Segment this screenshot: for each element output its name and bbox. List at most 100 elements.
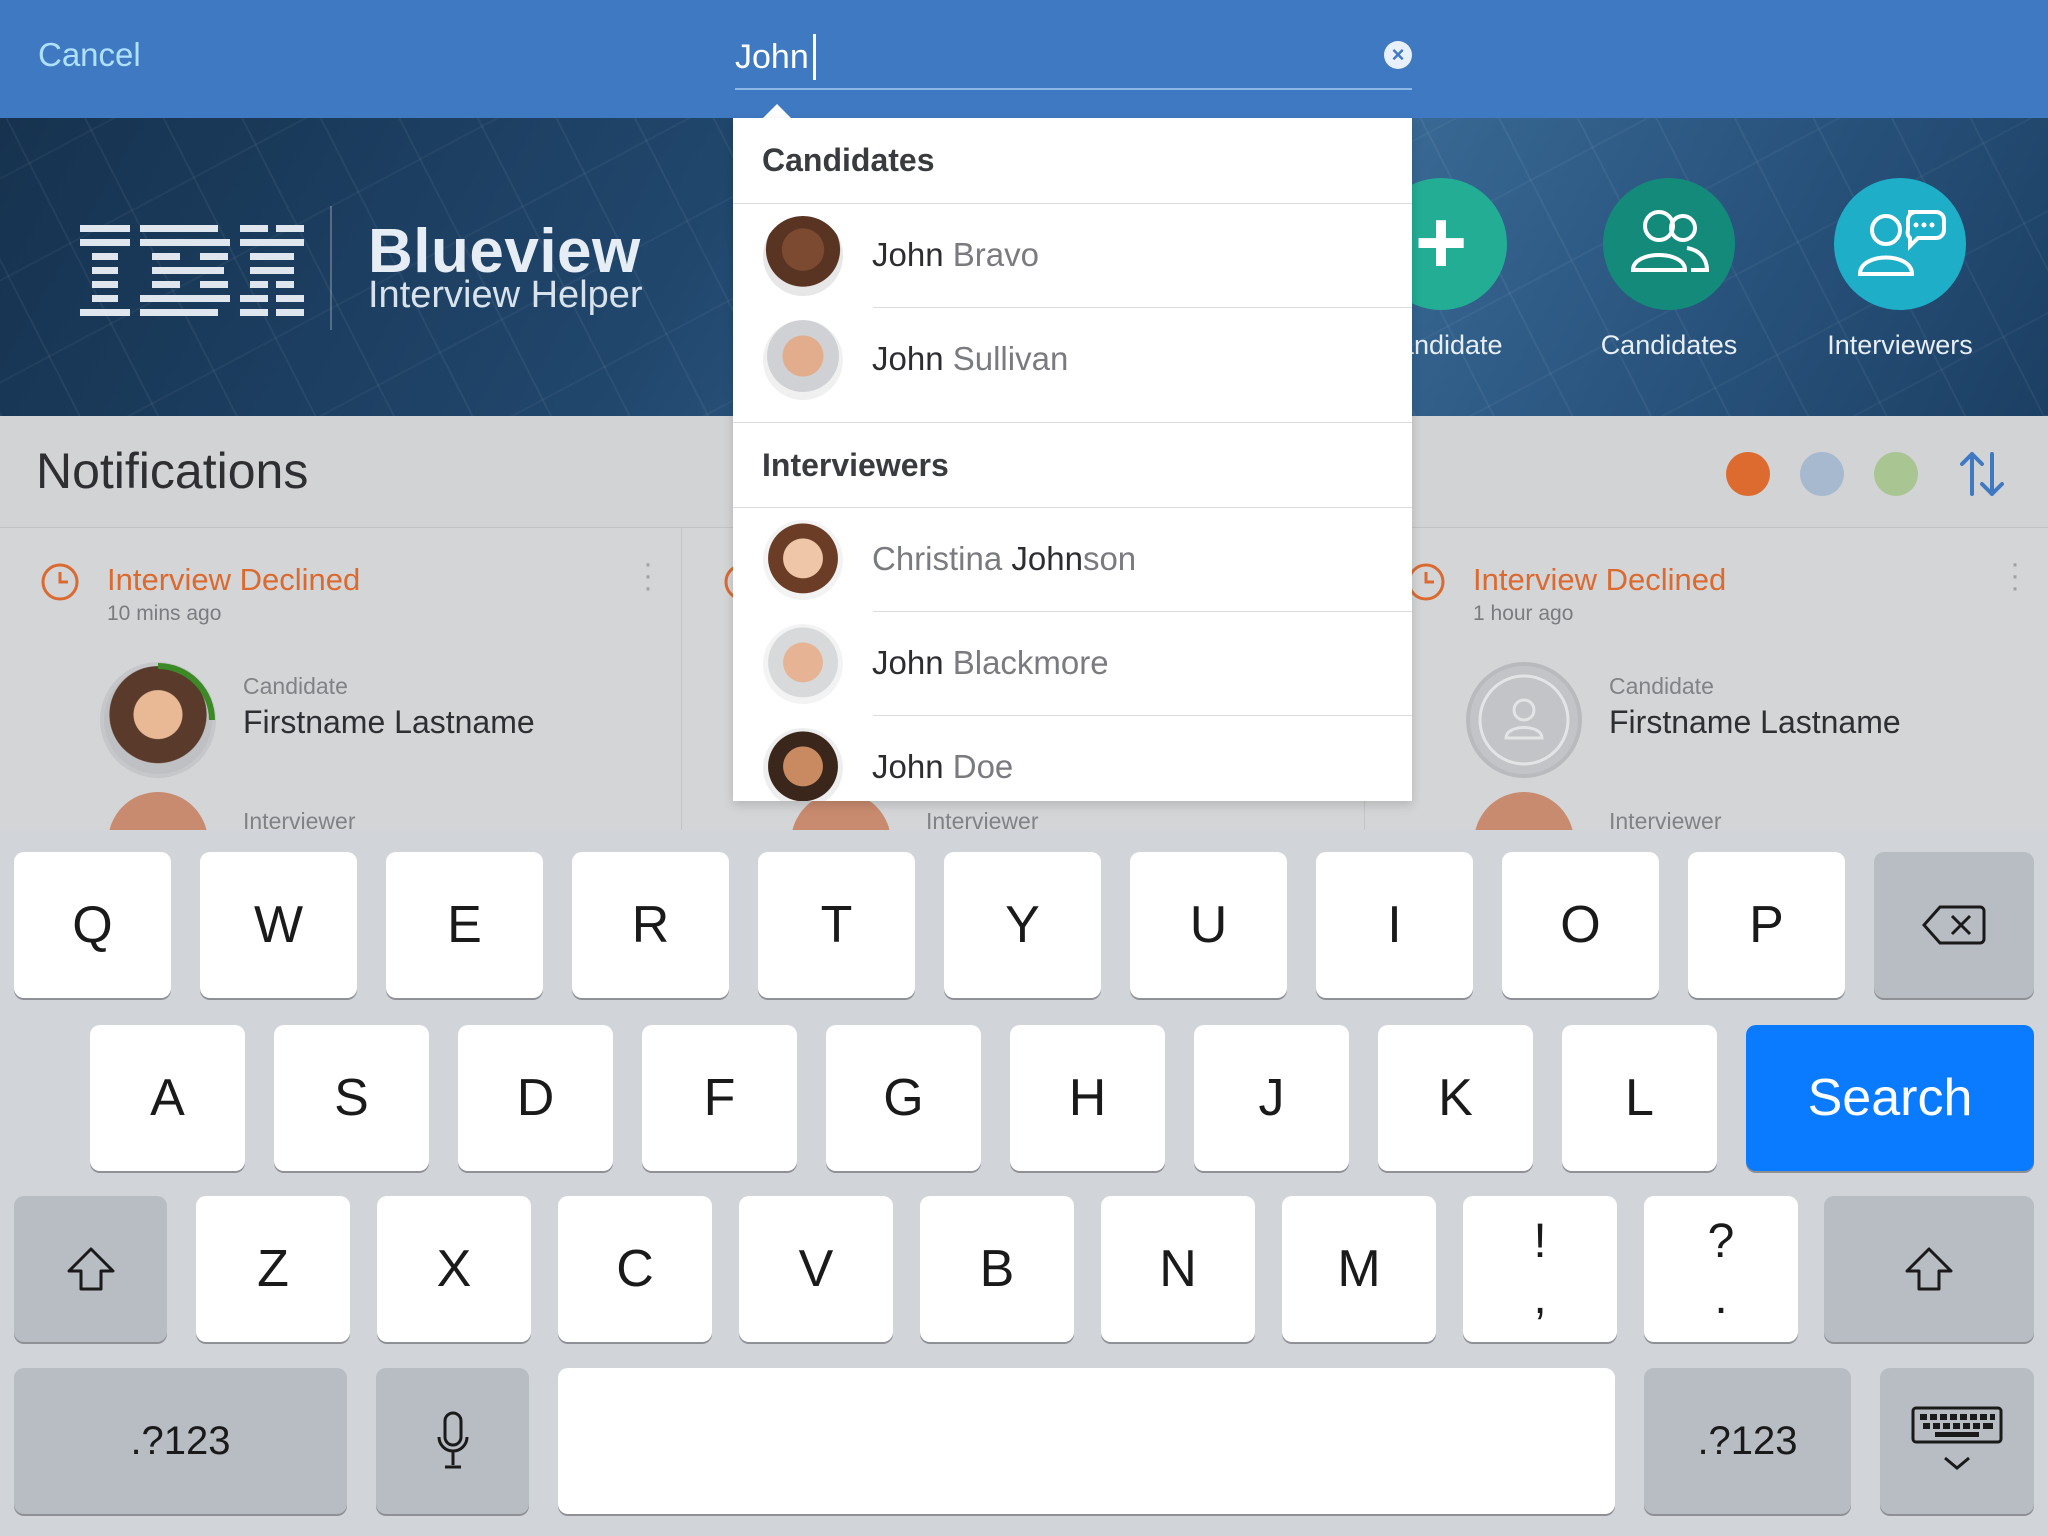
key-l[interactable]: L xyxy=(1562,1025,1717,1171)
key-j[interactable]: J xyxy=(1194,1025,1349,1171)
avatar xyxy=(763,216,843,296)
key-o[interactable]: O xyxy=(1502,852,1659,998)
key-i[interactable]: I xyxy=(1316,852,1473,998)
rest-text: son xyxy=(1082,540,1137,577)
match-text: John xyxy=(872,644,944,681)
clear-search-icon[interactable]: × xyxy=(1384,41,1412,69)
numbers-key-right[interactable]: .?123 xyxy=(1644,1368,1851,1514)
shift-icon xyxy=(1905,1247,1953,1291)
more-options-icon[interactable]: · · · xyxy=(2010,549,2020,603)
candidate-label: Candidate xyxy=(243,673,348,699)
key-b[interactable]: B xyxy=(920,1196,1074,1342)
notification-card[interactable]: Interview Declined 1 hour ago · · · Candid… xyxy=(1366,528,2048,830)
interviewers-button[interactable]: Interviewers xyxy=(1780,178,2020,361)
filter-orange-button[interactable] xyxy=(1726,452,1770,496)
space-key[interactable] xyxy=(558,1368,1615,1514)
key-u[interactable]: U xyxy=(1130,852,1287,998)
candidate-name: Firstname Lastname xyxy=(1609,704,1901,740)
key-q[interactable]: Q xyxy=(14,852,171,998)
key-n[interactable]: N xyxy=(1101,1196,1255,1342)
interviewer-label: Interviewer xyxy=(926,808,1039,830)
key-g[interactable]: G xyxy=(826,1025,981,1171)
key-bottom-char: . xyxy=(1714,1271,1728,1324)
notification-time: 10 mins ago xyxy=(107,602,222,625)
key-question-period[interactable]: ? . xyxy=(1644,1196,1798,1342)
hero-divider xyxy=(330,206,332,330)
notification-time: 1 hour ago xyxy=(1473,602,1574,625)
key-z[interactable]: Z xyxy=(196,1196,350,1342)
result-name: John Sullivan xyxy=(872,340,1068,378)
match-text: John xyxy=(872,340,944,377)
result-row-candidate[interactable]: John Sullivan xyxy=(733,308,1412,412)
key-p[interactable]: P xyxy=(1688,852,1845,998)
key-c[interactable]: C xyxy=(558,1196,712,1342)
key-f[interactable]: F xyxy=(642,1025,797,1171)
rest-text: Doe xyxy=(943,748,1014,785)
notification-card[interactable]: Interview Declined 10 mins ago · · · Candi… xyxy=(0,528,682,830)
candidate-label: Candidate xyxy=(1609,673,1714,699)
ibm-logo xyxy=(80,225,304,316)
avatar-placeholder-icon xyxy=(1466,662,1582,778)
match-text: John xyxy=(872,748,944,785)
candidates-label: Candidates xyxy=(1600,330,1738,360)
filter-green-button[interactable] xyxy=(1874,452,1918,496)
search-key[interactable]: Search xyxy=(1746,1025,2034,1171)
key-v[interactable]: V xyxy=(739,1196,893,1342)
result-name: John Bravo xyxy=(872,236,1039,274)
key-a[interactable]: A xyxy=(90,1025,245,1171)
notifications-title: Notifications xyxy=(36,443,309,499)
key-top-char: ! xyxy=(1533,1215,1547,1268)
search-results-dropdown: Candidates John Bravo John Sullivan Inte… xyxy=(733,118,1412,801)
key-w[interactable]: W xyxy=(200,852,357,998)
microphone-icon xyxy=(437,1411,468,1469)
shift-key-right[interactable] xyxy=(1824,1196,2034,1342)
sort-icon[interactable] xyxy=(1954,446,2010,502)
search-input[interactable] xyxy=(735,34,1335,80)
numbers-key-left[interactable]: .?123 xyxy=(14,1368,347,1514)
app-subtitle: Interview Helper xyxy=(368,274,643,316)
shift-key-left[interactable] xyxy=(14,1196,167,1342)
dictation-key[interactable] xyxy=(376,1368,529,1514)
more-options-icon[interactable]: · · · xyxy=(643,549,653,603)
avatar xyxy=(100,662,216,778)
clock-icon xyxy=(1407,563,1445,601)
key-e[interactable]: E xyxy=(386,852,543,998)
search-bar: Cancel × xyxy=(0,0,2048,118)
avatar xyxy=(763,520,843,600)
interviewers-label: Interviewers xyxy=(1827,330,1973,360)
backspace-key[interactable] xyxy=(1874,852,2034,998)
avatar xyxy=(763,320,843,400)
cancel-button[interactable]: Cancel xyxy=(38,36,141,74)
key-s[interactable]: S xyxy=(274,1025,429,1171)
result-row-interviewer[interactable]: John Doe xyxy=(733,716,1412,801)
key-x[interactable]: X xyxy=(377,1196,531,1342)
key-m[interactable]: M xyxy=(1282,1196,1436,1342)
rest-text: Sullivan xyxy=(943,340,1069,377)
result-name: Christina Johnson xyxy=(872,540,1136,578)
hide-keyboard-key[interactable] xyxy=(1880,1368,2034,1514)
keyboard-dismiss-icon xyxy=(1911,1406,2003,1470)
result-row-candidate[interactable]: John Bravo xyxy=(733,204,1412,308)
shift-icon xyxy=(67,1247,114,1291)
key-r[interactable]: R xyxy=(572,852,729,998)
candidates-button[interactable]: Candidates xyxy=(1549,178,1789,361)
key-d[interactable]: D xyxy=(458,1025,613,1171)
section-title: Interviewers xyxy=(762,447,949,483)
filter-blue-button[interactable] xyxy=(1800,452,1844,496)
backspace-icon xyxy=(1922,905,1986,945)
key-h[interactable]: H xyxy=(1010,1025,1165,1171)
result-row-interviewer[interactable]: John Blackmore xyxy=(733,612,1412,716)
avatar xyxy=(763,728,843,801)
result-row-interviewer[interactable]: Christina Johnson xyxy=(733,508,1412,612)
key-exclamation-comma[interactable]: ! , xyxy=(1463,1196,1617,1342)
key-top-char: ? xyxy=(1707,1215,1735,1268)
interviewer-label: Interviewer xyxy=(243,808,356,830)
dropdown-pointer xyxy=(763,104,791,118)
rest-text: Christina xyxy=(872,540,1012,577)
key-k[interactable]: K xyxy=(1378,1025,1533,1171)
key-t[interactable]: T xyxy=(758,852,915,998)
rest-text: Bravo xyxy=(943,236,1039,273)
section-title: Candidates xyxy=(762,142,935,178)
people-chat-icon xyxy=(1834,178,1966,310)
key-y[interactable]: Y xyxy=(944,852,1101,998)
